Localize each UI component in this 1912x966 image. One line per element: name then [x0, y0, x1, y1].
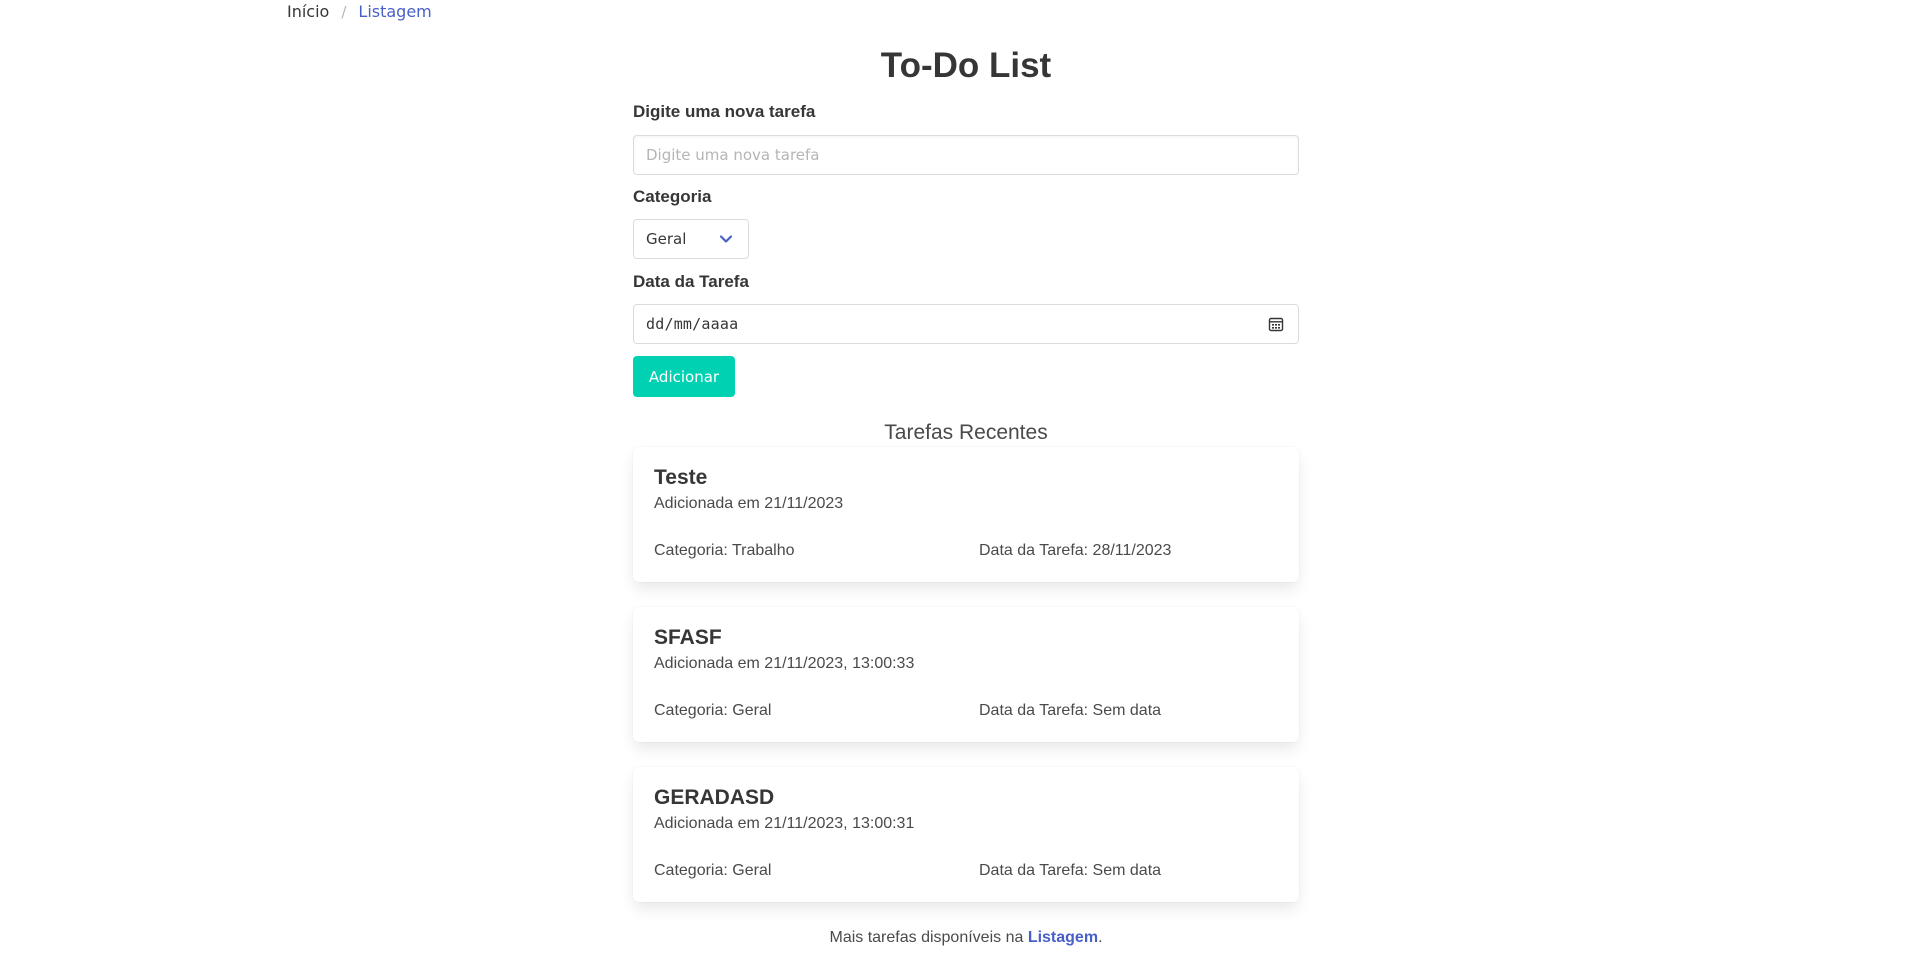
category-label: Categoria: [633, 187, 712, 206]
more-tasks-text: Mais tarefas disponíveis na: [829, 929, 1028, 946]
task-category: Categoria: Trabalho: [654, 542, 795, 559]
recent-tasks-heading: Tarefas Recentes: [884, 421, 1048, 444]
task-card: SFASF Adicionada em 21/11/2023, 13:00:33…: [633, 607, 1299, 742]
task-date: Data da Tarefa: Sem data: [979, 862, 1162, 879]
date-input-placeholder: dd/mm/aaaa: [646, 315, 739, 333]
chevron-down-icon: [719, 235, 733, 243]
task-date: Data da Tarefa: Sem data: [979, 702, 1162, 719]
task-date: Data da Tarefa: 28/11/2023: [979, 542, 1172, 559]
task-title: Teste: [654, 466, 708, 489]
breadcrumb-separator: /: [341, 2, 347, 21]
category-select-value: Geral: [646, 230, 687, 248]
task-added-date: Adicionada em 21/11/2023: [654, 495, 844, 512]
task-category: Categoria: Geral: [654, 862, 772, 879]
listagem-link[interactable]: Listagem: [1028, 929, 1098, 946]
task-title: SFASF: [654, 626, 722, 649]
task-input-wrapper: [633, 135, 1299, 175]
task-added-date: Adicionada em 21/11/2023, 13:00:31: [654, 815, 915, 832]
task-card: GERADASD Adicionada em 21/11/2023, 13:00…: [633, 767, 1299, 902]
task-added-date: Adicionada em 21/11/2023, 13:00:33: [654, 655, 915, 672]
more-tasks-note: Mais tarefas disponíveis na Listagem.: [633, 928, 1299, 948]
more-tasks-period: .: [1098, 929, 1103, 946]
task-card: Teste Adicionada em 21/11/2023 Categoria…: [633, 447, 1299, 582]
date-input[interactable]: dd/mm/aaaa: [633, 304, 1299, 344]
breadcrumb: Início / Listagem: [287, 2, 432, 21]
category-select[interactable]: Geral: [633, 219, 749, 259]
calendar-icon[interactable]: [1268, 316, 1284, 332]
page: Início / Listagem To-Do List Digite uma …: [0, 0, 1912, 966]
breadcrumb-home-link[interactable]: Início: [287, 2, 329, 21]
date-label: Data da Tarefa: [633, 272, 749, 291]
breadcrumb-listagem-link[interactable]: Listagem: [358, 2, 431, 21]
task-category: Categoria: Geral: [654, 702, 772, 719]
task-title: GERADASD: [654, 786, 775, 809]
task-input[interactable]: [634, 136, 1298, 174]
add-task-button[interactable]: Adicionar: [633, 356, 735, 397]
task-label: Digite uma nova tarefa: [633, 102, 816, 121]
page-title: To-Do List: [880, 46, 1052, 85]
